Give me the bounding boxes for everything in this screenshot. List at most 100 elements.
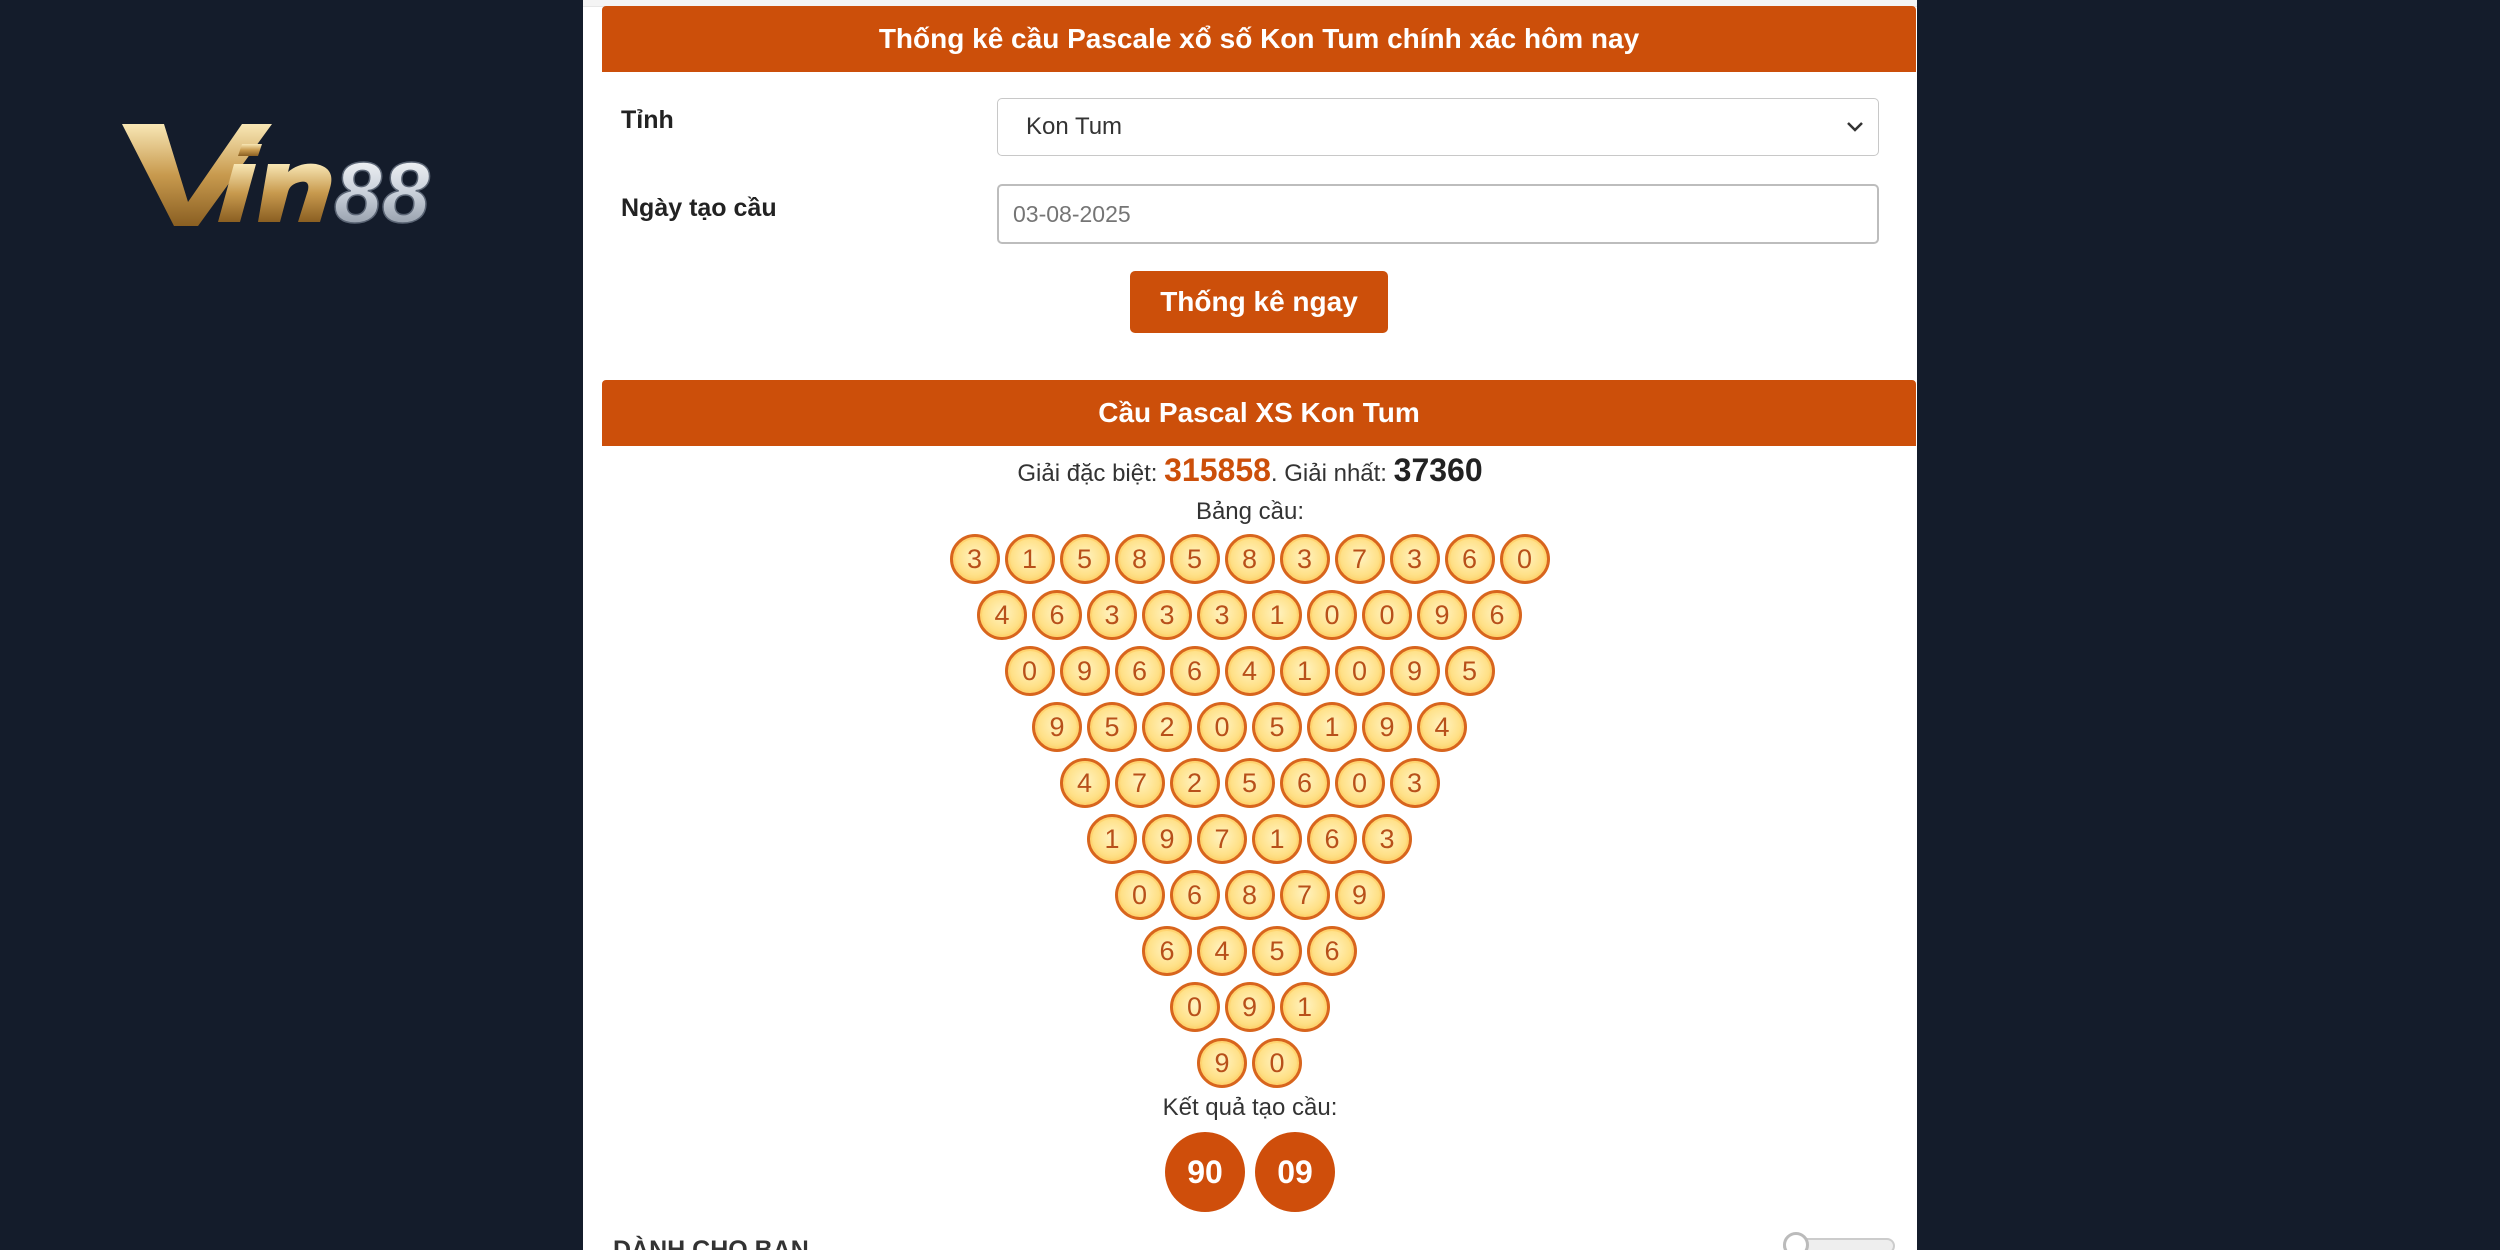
pascal-digit-ball: 1 <box>1279 646 1330 696</box>
pascal-digit-ball: 0 <box>1499 534 1550 584</box>
result-number-ball: 09 <box>1255 1132 1335 1212</box>
pascal-row: 6456 <box>583 926 1917 982</box>
form-title-bar: Thống kê cầu Pascale xổ số Kon Tum chính… <box>602 6 1916 72</box>
pascal-digit-ball: 8 <box>1224 534 1275 584</box>
pascal-digit-ball: 1 <box>1307 702 1357 752</box>
chevron-down-icon <box>1847 122 1863 132</box>
first-prize-value: 37360 <box>1393 452 1483 488</box>
pascal-row: 95205194 <box>583 702 1917 758</box>
pascal-digit-ball: 1 <box>1087 814 1137 864</box>
pascal-digit-ball: 9 <box>1362 702 1412 752</box>
pascal-digit-ball: 5 <box>1224 758 1275 808</box>
submit-button[interactable]: Thống kê ngay <box>1130 271 1388 333</box>
first-prize-label: . Giải nhất: <box>1270 460 1394 487</box>
pascal-digit-ball: 0 <box>1334 646 1385 696</box>
pascal-digit-ball: 6 <box>1279 758 1330 808</box>
pascal-digit-ball: 8 <box>1224 870 1275 920</box>
pascal-digit-ball: 1 <box>1004 534 1055 584</box>
pascal-row: 4633310096 <box>583 590 1917 646</box>
slider-toggle[interactable] <box>1783 1232 1895 1250</box>
pascal-digit-ball: 9 <box>1032 702 1082 752</box>
result-number-ball: 90 <box>1165 1132 1245 1212</box>
date-input[interactable] <box>997 184 1879 244</box>
pascal-digit-ball: 9 <box>1389 646 1440 696</box>
pascal-digit-ball: 2 <box>1142 702 1192 752</box>
logo-graphic: 88 <box>122 124 431 230</box>
pascal-digit-ball: 4 <box>1224 646 1275 696</box>
pascal-digit-ball: 3 <box>1362 814 1412 864</box>
for-you-heading: DÀNH CHO BẠN <box>613 1236 809 1250</box>
province-select[interactable]: Kon Tum <box>997 98 1879 156</box>
pascal-row: 90 <box>583 1038 1917 1094</box>
pascal-digit-ball: 6 <box>1307 926 1357 976</box>
pascal-digit-ball: 7 <box>1334 534 1385 584</box>
pascal-digit-ball: 0 <box>1197 702 1247 752</box>
pascal-digit-ball: 2 <box>1169 758 1220 808</box>
pascal-digit-ball: 0 <box>1307 590 1357 640</box>
pascal-row: 197163 <box>583 814 1917 870</box>
pascal-digit-ball: 5 <box>1444 646 1495 696</box>
pascal-digit-ball: 5 <box>1169 534 1220 584</box>
result-title-bar: Cầu Pascal XS Kon Tum <box>602 380 1916 446</box>
pascal-digit-ball: 6 <box>1444 534 1495 584</box>
pascal-digit-ball: 6 <box>1114 646 1165 696</box>
pascal-digit-ball: 3 <box>1087 590 1137 640</box>
pascal-digit-ball: 9 <box>1142 814 1192 864</box>
pascal-row: 31585837360 <box>583 534 1917 590</box>
pascal-digit-ball: 7 <box>1279 870 1330 920</box>
pascal-digit-ball: 4 <box>1197 926 1247 976</box>
pascal-digit-ball: 6 <box>1142 926 1192 976</box>
pascal-digit-ball: 5 <box>1252 702 1302 752</box>
pascal-digit-ball: 3 <box>1142 590 1192 640</box>
pascal-digit-ball: 5 <box>1059 534 1110 584</box>
result-title: Cầu Pascal XS Kon Tum <box>1098 397 1420 428</box>
pascal-digit-ball: 8 <box>1114 534 1165 584</box>
pascal-digit-ball: 6 <box>1032 590 1082 640</box>
pascal-digit-ball: 1 <box>1279 982 1330 1032</box>
pascal-digit-ball: 1 <box>1252 814 1302 864</box>
pascal-digit-ball: 9 <box>1334 870 1385 920</box>
date-label: Ngày tạo cầu <box>621 194 777 222</box>
pascal-digit-ball: 4 <box>977 590 1027 640</box>
pascal-digit-ball: 0 <box>1252 1038 1302 1088</box>
pascal-digit-ball: 9 <box>1224 982 1275 1032</box>
svg-text:88: 88 <box>334 145 430 230</box>
pascal-digit-ball: 0 <box>1334 758 1385 808</box>
pascal-row: 091 <box>583 982 1917 1038</box>
pascal-digit-ball: 4 <box>1059 758 1110 808</box>
pascal-digit-ball: 3 <box>949 534 1000 584</box>
pascal-digit-ball: 7 <box>1114 758 1165 808</box>
pascal-digit-ball: 6 <box>1472 590 1522 640</box>
result-caption: Kết quả tạo cầu: <box>1162 1094 1338 1121</box>
pascal-digit-ball: 3 <box>1197 590 1247 640</box>
pascal-digit-ball: 7 <box>1197 814 1247 864</box>
pascal-digit-ball: 3 <box>1389 758 1440 808</box>
pascal-digit-ball: 9 <box>1059 646 1110 696</box>
pascal-digit-ball: 5 <box>1252 926 1302 976</box>
pascal-digit-ball: 6 <box>1169 646 1220 696</box>
result-balls: 90 09 <box>583 1132 1917 1212</box>
province-label: Tỉnh <box>621 106 674 134</box>
pascal-digit-ball: 6 <box>1307 814 1357 864</box>
table-caption: Bảng cầu: <box>1195 498 1305 525</box>
pascal-digit-ball: 4 <box>1417 702 1467 752</box>
form-title: Thống kê cầu Pascale xổ số Kon Tum chính… <box>878 23 1640 54</box>
pascal-row: 096641095 <box>583 646 1917 702</box>
pascal-digit-ball: 0 <box>1362 590 1412 640</box>
prize-line: Giải đặc biệt: 315858. Giải nhất: 37360 <box>583 452 1917 489</box>
pascal-grid: 3158583736046333100960966410959520519447… <box>583 534 1917 1094</box>
pascal-row: 4725603 <box>583 758 1917 814</box>
slider-knob[interactable] <box>1783 1232 1809 1250</box>
special-prize-label: Giải đặc biệt: <box>1017 460 1165 487</box>
pascal-digit-ball: 1 <box>1252 590 1302 640</box>
pascal-digit-ball: 3 <box>1389 534 1440 584</box>
pascal-digit-ball: 9 <box>1197 1038 1247 1088</box>
pascal-digit-ball: 0 <box>1004 646 1055 696</box>
pascal-digit-ball: 3 <box>1279 534 1330 584</box>
special-prize-value: 315858 <box>1164 452 1271 488</box>
pascal-digit-ball: 5 <box>1087 702 1137 752</box>
pascal-digit-ball: 6 <box>1169 870 1220 920</box>
pascal-row: 06879 <box>583 870 1917 926</box>
main-panel: Thống kê cầu Pascale xổ số Kon Tum chính… <box>583 0 1917 1250</box>
vin88-logo[interactable]: 88 <box>122 118 482 230</box>
